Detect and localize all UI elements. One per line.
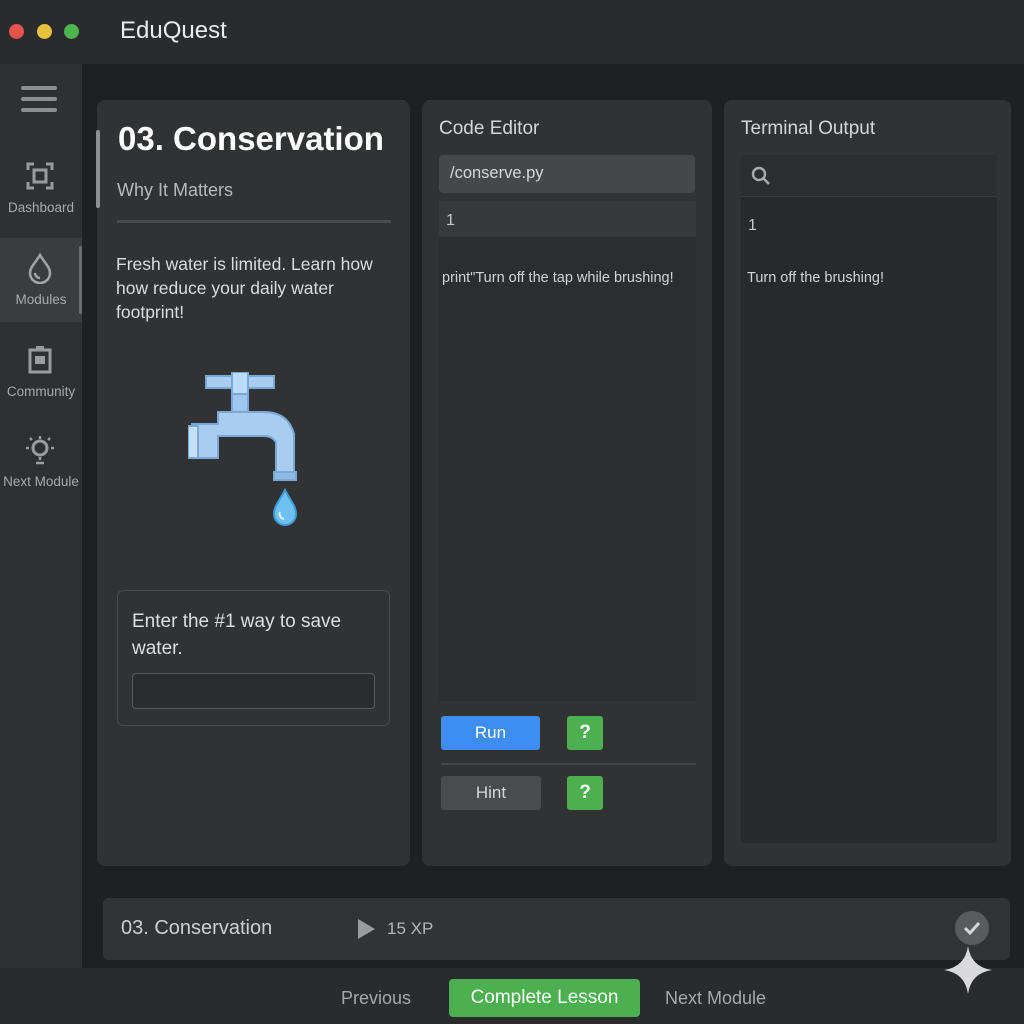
dashboard-icon — [26, 162, 54, 190]
lesson-subtitle: Why It Matters — [117, 180, 234, 200]
terminal-search[interactable] — [741, 155, 997, 197]
terminal-heading: Terminal Output — [741, 118, 876, 139]
sparkle-icon — [944, 946, 992, 994]
complete-lesson-button[interactable]: Complete Lesson — [449, 979, 640, 1017]
file-name: /conserve.py — [450, 164, 544, 182]
sidebar-item-community[interactable]: Community — [0, 330, 82, 414]
help-button[interactable]: ? — [567, 776, 603, 810]
sidebar-item-label: Modules — [15, 292, 67, 307]
help-button[interactable]: ? — [567, 716, 603, 750]
terminal-area — [741, 155, 997, 843]
divider — [117, 220, 391, 223]
divider — [441, 763, 696, 765]
sidebar-item-dashboard[interactable]: Dashboard — [0, 146, 82, 230]
file-tab[interactable]: /conserve.py — [439, 155, 695, 193]
next-module-button[interactable]: Next Module — [665, 988, 766, 1009]
lesson-body: Fresh water is limited. Learn how how re… — [116, 254, 373, 322]
title-bar: EduQuest — [0, 0, 1024, 64]
run-button[interactable]: Run — [441, 716, 540, 750]
sidebar-item-label: Next Module — [3, 474, 79, 489]
hamburger-icon[interactable] — [21, 86, 57, 116]
sidebar-item-label: Dashboard — [7, 200, 75, 215]
line-number: 1 — [446, 212, 455, 229]
editor-line-bar — [439, 201, 696, 237]
community-icon — [28, 346, 52, 374]
app-title: EduQuest — [120, 17, 227, 44]
close-window-button[interactable] — [9, 24, 24, 39]
code-line[interactable]: print"Turn off the tap while brushing! — [442, 270, 674, 286]
answer-input[interactable] — [132, 673, 375, 709]
search-icon — [751, 166, 770, 185]
terminal-output: Turn off the brushing! — [747, 270, 885, 286]
lesson-title: 03. Conservation — [118, 120, 384, 157]
water-drop-icon — [28, 252, 52, 284]
sidebar-item-next-module[interactable]: Next Module — [0, 420, 82, 504]
lesson-accent — [96, 130, 100, 208]
xp-badge: 15 XP — [387, 919, 434, 938]
minimize-window-button[interactable] — [37, 24, 52, 39]
progress-lesson-title: 03. Conservation — [121, 917, 273, 939]
lightbulb-icon — [26, 436, 54, 465]
sidebar-item-label: Community — [6, 384, 76, 399]
code-editor-heading: Code Editor — [439, 118, 540, 139]
check-icon[interactable] — [955, 911, 989, 945]
maximize-window-button[interactable] — [64, 24, 79, 39]
previous-button[interactable]: Previous — [341, 988, 411, 1009]
hint-button[interactable]: Hint — [441, 776, 541, 810]
terminal-line-number: 1 — [748, 217, 757, 234]
prompt-question: Enter the #1 way to save water. — [132, 611, 342, 659]
faucet-icon — [188, 372, 298, 526]
sidebar-item-modules[interactable]: Modules — [0, 238, 82, 322]
play-icon[interactable] — [358, 919, 375, 939]
